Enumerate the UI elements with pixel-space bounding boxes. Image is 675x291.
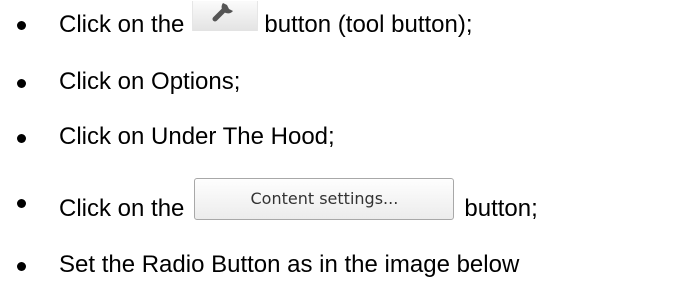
bullet [17,134,26,143]
step-text: Click on the button (tool button); [59,1,473,40]
step-text-before: Click on the [59,195,185,222]
step-text: Click on the Content settings... button; [59,178,538,230]
step-text-after: button (tool button); [264,11,473,38]
step-text-before: Click on the [59,11,185,38]
bullet [17,262,26,271]
tool-button[interactable] [192,1,259,31]
bullet [17,21,26,30]
step-text: Click on Under The Hood; [59,123,335,150]
step-text: Click on Options; [59,68,241,95]
bullet [17,199,26,208]
instruction-list: Click on the button (tool button); Click… [0,0,675,291]
content-settings-button[interactable]: Content settings... [194,178,455,220]
step-text: Set the Radio Button as in the image bel… [59,251,520,278]
wrench-icon [212,3,234,22]
bullet [17,79,26,88]
step-text-after: button; [464,195,538,222]
